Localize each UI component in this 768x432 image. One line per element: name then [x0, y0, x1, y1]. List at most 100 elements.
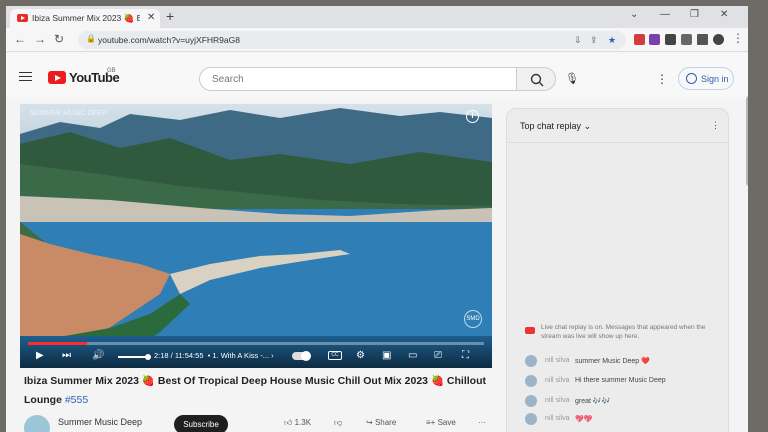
sign-in-label: Sign in — [701, 74, 729, 84]
settings-gear-icon[interactable]: ⚙ — [356, 350, 365, 361]
fullscreen-icon[interactable]: ⛶ — [462, 350, 469, 361]
chat-text: 💖💖 — [575, 416, 593, 423]
chat-mode-dropdown[interactable]: Top chat replay ⌄ — [520, 121, 591, 132]
close-window-button[interactable]: ✕ — [720, 9, 728, 20]
sign-in-button[interactable]: Sign in — [678, 67, 734, 90]
page-scrollbar[interactable] — [746, 96, 748, 186]
browser-toolbar: ← → ↻ 🔒 youtube.com/watch?v=uyjXFHR9aG8 … — [6, 28, 748, 52]
mic-icon[interactable]: 🎙 — [565, 72, 579, 85]
cast-icon[interactable]: ⎚ — [434, 350, 442, 361]
video-player[interactable]: SUMMER MUSIC DEEP i SMD ▶ ⏭ 🔊 2:18 / 11:… — [20, 104, 492, 368]
search-button[interactable] — [516, 67, 556, 91]
channel-watermark-text: SUMMER MUSIC DEEP — [30, 110, 107, 117]
screen: Ibiza Summer Mix 2023 🍓 Best O ✕ + ⌄ — ❐… — [6, 6, 748, 432]
puzzle-icon[interactable] — [665, 34, 676, 45]
volume-slider[interactable] — [118, 354, 151, 360]
avatar — [525, 375, 537, 387]
browser-menu-icon[interactable]: ⋮ — [732, 31, 744, 45]
chat-author: nill silva — [545, 377, 570, 384]
avatar — [525, 413, 537, 425]
chapter-text[interactable]: • 1. With A Kiss -... — [208, 351, 269, 360]
install-icon[interactable]: ⇩ — [574, 35, 582, 46]
channel-name[interactable]: Summer Music Deep — [58, 417, 142, 427]
youtube-icon — [525, 327, 535, 334]
chat-mode-label: Top chat replay — [520, 121, 582, 131]
profile-icon[interactable] — [713, 34, 724, 45]
back-arrow-icon[interactable]: ← — [14, 32, 26, 46]
share-label: Share — [374, 418, 397, 427]
time-display: 2:18 / 11:54:55 • 1. With A Kiss -... › — [154, 351, 274, 360]
avatar — [525, 395, 537, 407]
tab-close-icon[interactable]: ✕ — [147, 12, 155, 23]
minimize-button[interactable]: — — [660, 9, 670, 20]
info-icon[interactable]: i — [466, 110, 479, 123]
maximize-button[interactable]: ❐ — [690, 9, 699, 20]
bookmark-star-icon[interactable]: ★ — [608, 35, 616, 46]
sidepanel-icon[interactable] — [697, 34, 708, 45]
save-button[interactable]: ≡+ Save — [426, 418, 456, 427]
chat-message: nill silva 💖💖 — [525, 413, 725, 427]
chat-message: nill silva great 🎶🎶 — [525, 395, 725, 409]
tab-title: Ibiza Summer Mix 2023 🍓 Best O — [32, 13, 140, 23]
hashtag-link[interactable]: #555 — [65, 394, 88, 406]
player-controls: ▶ ⏭ 🔊 2:18 / 11:54:55 • 1. With A Kiss -… — [20, 336, 492, 368]
channel-watermark-badge[interactable]: SMD — [464, 310, 482, 328]
settings-menu-icon[interactable]: ⋮ — [656, 72, 668, 86]
url-text: youtube.com/watch?v=uyjXFHR9aG8 — [98, 35, 240, 45]
new-tab-button[interactable]: + — [166, 8, 174, 24]
search-placeholder: Search — [212, 74, 244, 85]
more-actions-icon[interactable]: ··· — [478, 418, 486, 427]
browser-tab[interactable]: Ibiza Summer Mix 2023 🍓 Best O ✕ — [10, 9, 160, 28]
chat-menu-icon[interactable]: ⋮ — [711, 120, 720, 131]
video-title-text: Ibiza Summer Mix 2023 🍓 Best Of Tropical… — [24, 375, 487, 406]
forward-arrow-icon[interactable]: → — [34, 32, 46, 46]
thumbs-up-icon: 👍︎ — [284, 418, 293, 427]
autoplay-toggle[interactable] — [292, 351, 311, 361]
time-text: 2:18 / 11:54:55 — [154, 351, 204, 360]
like-count: 1.3K — [294, 418, 312, 427]
youtube-header: YouTube GB Search 🎙 ⋮ Sign in — [6, 53, 748, 99]
extension-icon[interactable] — [634, 34, 645, 45]
share-button[interactable]: ↪ Share — [366, 418, 396, 427]
chat-author: nill silva — [545, 397, 570, 404]
search-input[interactable]: Search — [199, 67, 517, 91]
media-icon[interactable] — [681, 34, 692, 45]
extension-icon[interactable] — [649, 34, 660, 45]
play-icon[interactable]: ▶ — [36, 350, 44, 361]
share-icon[interactable]: ⇪ — [590, 35, 598, 46]
progress-bar[interactable] — [28, 342, 484, 345]
channel-avatar[interactable] — [24, 415, 50, 432]
video-title: Ibiza Summer Mix 2023 🍓 Best Of Tropical… — [24, 372, 494, 410]
chat-author: nill silva — [545, 357, 570, 364]
youtube-favicon-icon — [17, 14, 28, 22]
share-arrow-icon: ↪ — [366, 418, 373, 427]
account-icon — [686, 73, 697, 84]
notice-text: Live chat replay is on. Messages that ap… — [541, 324, 706, 340]
theater-mode-icon[interactable]: ▭ — [408, 350, 417, 361]
subtitles-button[interactable]: CC — [328, 351, 342, 360]
video-frame-scene — [20, 108, 492, 368]
chat-message: nill silva Hi there summer Music Deep — [525, 375, 725, 389]
hamburger-menu-icon[interactable] — [19, 72, 32, 81]
search-icon — [530, 73, 544, 87]
region-code: GB — [107, 68, 116, 74]
subscribe-button[interactable]: Subscribe — [174, 415, 228, 432]
youtube-logo-icon[interactable] — [48, 71, 66, 84]
address-bar[interactable]: 🔒 youtube.com/watch?v=uyjXFHR9aG8 ⇩ ⇪ ★ — [78, 31, 626, 49]
chat-header: Top chat replay ⌄ ⋮ — [507, 109, 728, 143]
live-chat-panel: Top chat replay ⌄ ⋮ Live chat replay is … — [506, 108, 729, 432]
reload-icon[interactable]: ↻ — [54, 32, 64, 46]
chat-message: nill silva summer Music Deep ❤️ — [525, 355, 725, 369]
miniplayer-icon[interactable]: ▣ — [382, 350, 391, 361]
save-playlist-icon: ≡+ — [426, 418, 436, 427]
next-icon[interactable]: ⏭ — [62, 350, 71, 361]
chat-text: great 🎶🎶 — [575, 398, 611, 405]
progress-fill — [28, 342, 88, 345]
chat-text: summer Music Deep ❤️ — [575, 358, 650, 365]
dislike-icon[interactable]: 👎︎ — [334, 418, 342, 428]
tab-search-icon[interactable]: ⌄ — [630, 9, 638, 20]
save-label: Save — [437, 418, 456, 427]
like-button[interactable]: 👍︎ 1.3K — [284, 418, 311, 428]
volume-icon[interactable]: 🔊 — [92, 350, 104, 361]
lock-icon: 🔒 — [86, 34, 96, 43]
